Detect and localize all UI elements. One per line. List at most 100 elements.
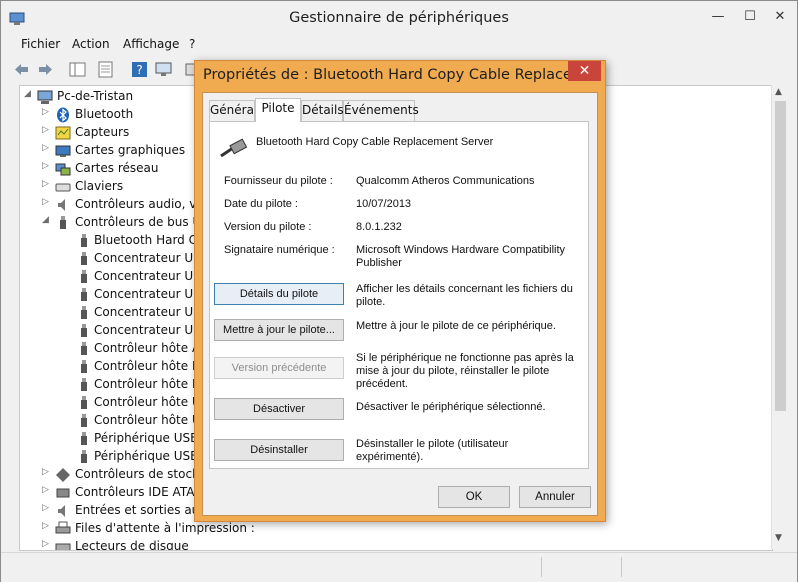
driver-tab-panel: Bluetooth Hard Copy Cable Replacement Se… — [209, 121, 589, 469]
dialog-title: Propriétés de : Bluetooth Hard Copy Cabl… — [203, 67, 600, 83]
tree-item-label: Cartes graphiques — [75, 143, 186, 157]
usb-plug-icon — [81, 252, 87, 265]
expand-icon[interactable]: ▷ — [42, 467, 52, 477]
menu-help[interactable]: ? — [189, 37, 195, 51]
usb-device-icon — [220, 138, 248, 158]
expand-icon[interactable]: ▷ — [42, 197, 52, 207]
usb-plug-icon — [81, 396, 87, 409]
dialog-close-button[interactable]: ✕ — [568, 61, 601, 81]
usb-plug-icon — [81, 432, 87, 445]
tree-item-label: Concentrateur USB — [94, 305, 209, 319]
printer-icon — [55, 521, 71, 534]
storage-controller-icon — [56, 468, 70, 482]
tree-item-label: Contrôleur hôte US — [94, 395, 209, 409]
tab-pilote[interactable]: Pilote — [255, 98, 301, 122]
roll-back-driver-button[interactable]: Version précédente — [214, 357, 344, 379]
expand-icon[interactable]: ▷ — [42, 521, 52, 531]
expand-icon[interactable]: ▷ — [42, 179, 52, 189]
close-button[interactable]: ✕ — [767, 7, 793, 27]
network-adapter-icon — [55, 163, 71, 176]
tree-item-label: Contrôleurs de bus US — [75, 215, 209, 229]
status-divider — [541, 557, 542, 577]
tree-item-label: Contrôleurs audio, vid — [75, 197, 208, 211]
cancel-button[interactable]: Annuler — [519, 486, 591, 508]
ok-button[interactable]: OK — [438, 486, 510, 508]
tree-item-label: Files d'attente à l'impression : — [75, 521, 255, 535]
menu-action[interactable]: Action — [72, 37, 110, 51]
collapse-icon[interactable]: ◢ — [24, 89, 34, 99]
usb-plug-icon — [81, 324, 87, 337]
disk-drive-icon — [55, 543, 71, 550]
dialog-body: Général Pilote Détails Événements Blueto… — [202, 92, 598, 516]
disable-device-desc: Désactiver le périphérique sélectionné. — [356, 401, 546, 413]
tree-item-label: Concentrateur USB — [94, 323, 209, 337]
scroll-thumb[interactable] — [775, 101, 786, 411]
monitor-icon[interactable] — [155, 61, 172, 78]
menu-affichage[interactable]: Affichage — [123, 37, 179, 51]
usb-plug-icon — [81, 360, 87, 373]
field-value-date: 10/07/2013 — [356, 198, 412, 210]
expand-icon[interactable]: ▷ — [42, 107, 52, 117]
forward-arrow-icon[interactable] — [37, 61, 54, 78]
expand-icon[interactable]: ▷ — [42, 485, 52, 495]
properties-icon[interactable] — [97, 61, 114, 78]
tree-item-label: Contrôleur hôte PC — [94, 377, 208, 391]
usb-plug-icon — [81, 234, 87, 247]
status-bar — [1, 552, 797, 582]
usb-plug-icon — [81, 270, 87, 283]
properties-dialog: Propriétés de : Bluetooth Hard Copy Cabl… — [194, 60, 606, 522]
collapse-icon[interactable]: ◢ — [42, 215, 52, 225]
tree-item-label: Concentrateur USB — [94, 269, 209, 283]
window-title: Gestionnaire de périphériques — [289, 10, 509, 26]
expand-icon[interactable]: ▷ — [42, 503, 52, 513]
tree-item-label: Contrôleur hôte PC — [94, 359, 208, 373]
ide-controller-icon — [56, 488, 70, 498]
tree-item-label: Contrôleurs de stockag — [75, 467, 214, 481]
tree-item-label: Capteurs — [75, 125, 130, 139]
tree-scrollbar[interactable]: ▲ ▼ — [771, 85, 789, 549]
speaker-icon — [58, 199, 65, 211]
show-hide-tree-icon[interactable] — [69, 61, 86, 78]
scroll-up-icon[interactable]: ▲ — [775, 87, 782, 97]
scroll-down-icon[interactable]: ▼ — [775, 533, 782, 543]
disable-device-button[interactable]: Désactiver — [214, 398, 344, 420]
usb-plug-icon — [81, 450, 87, 463]
tree-root-label: Pc-de-Tristan — [57, 89, 134, 103]
svg-text:?: ? — [136, 63, 142, 77]
tree-item-label: Périphérique USB c — [94, 431, 209, 445]
tab-general[interactable]: Général — [209, 100, 257, 121]
help-icon[interactable]: ? — [131, 61, 148, 78]
keyboard-icon — [55, 183, 71, 192]
maximize-button[interactable]: ☐ — [737, 7, 763, 27]
menu-bar: Fichier Action Affichage ? — [1, 35, 797, 55]
tab-evenements[interactable]: Événements — [343, 100, 419, 121]
status-divider — [621, 557, 622, 577]
menu-fichier[interactable]: Fichier — [21, 37, 60, 51]
usb-plug-icon — [81, 306, 87, 319]
driver-details-button[interactable]: Détails du pilote — [214, 283, 344, 305]
uninstall-driver-button[interactable]: Désinstaller — [214, 439, 344, 461]
expand-icon[interactable]: ▷ — [42, 125, 52, 135]
audio-io-icon — [58, 505, 65, 517]
tree-item-label: Contrôleur hôte US — [94, 413, 209, 427]
usb-plug-icon — [81, 342, 87, 355]
usb-icon — [60, 216, 66, 229]
update-driver-button[interactable]: Mettre à jour le pilote... — [214, 319, 344, 341]
sensor-icon — [55, 126, 71, 140]
expand-icon[interactable]: ▷ — [42, 143, 52, 153]
device-name: Bluetooth Hard Copy Cable Replacement Se… — [256, 136, 494, 148]
tree-item-label: Cartes réseau — [75, 161, 159, 175]
field-value-signer: Microsoft Windows Hardware Compatibility… — [356, 244, 566, 269]
computer-icon — [37, 90, 53, 104]
expand-icon[interactable]: ▷ — [42, 161, 52, 171]
tab-details[interactable]: Détails — [301, 100, 344, 121]
tree-item-label: Bluetooth — [75, 107, 134, 121]
field-value-provider: Qualcomm Atheros Communications — [356, 175, 535, 187]
expand-icon[interactable]: ▷ — [42, 539, 52, 549]
roll-back-driver-desc: Si le périphérique ne fonctionne pas apr… — [356, 352, 574, 390]
field-label-signer: Signataire numérique : — [224, 244, 335, 256]
tree-item-label: Contrôleurs IDE ATA/A — [75, 485, 207, 499]
back-arrow-icon[interactable] — [13, 61, 30, 78]
minimize-button[interactable]: — — [705, 7, 731, 27]
bluetooth-icon — [57, 107, 69, 123]
